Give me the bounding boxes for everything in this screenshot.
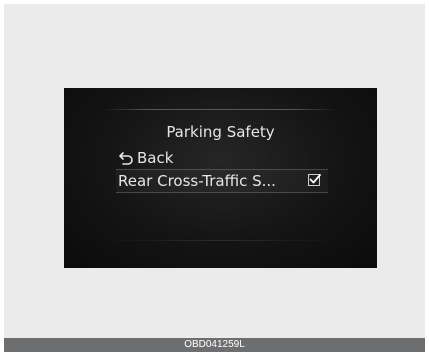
menu-item-back-label: Back [137, 149, 174, 167]
illustration-frame: Parking Safety Back Rear Cross-Traffic S… [4, 4, 425, 338]
bottom-divider [102, 240, 338, 241]
figure-code-bar: OBD041259L [4, 338, 425, 352]
menu-item-rear-cross-traffic[interactable]: Rear Cross-Traffic S... [116, 169, 328, 193]
top-divider [102, 109, 338, 110]
checkbox-checked-icon[interactable] [308, 174, 321, 186]
display-screen: Parking Safety Back Rear Cross-Traffic S… [64, 88, 377, 268]
menu-title: Parking Safety [166, 123, 275, 141]
menu-item-rear-cross-traffic-label: Rear Cross-Traffic S... [118, 172, 276, 190]
back-arrow-icon [119, 151, 133, 165]
menu-item-back[interactable]: Back [118, 148, 173, 168]
